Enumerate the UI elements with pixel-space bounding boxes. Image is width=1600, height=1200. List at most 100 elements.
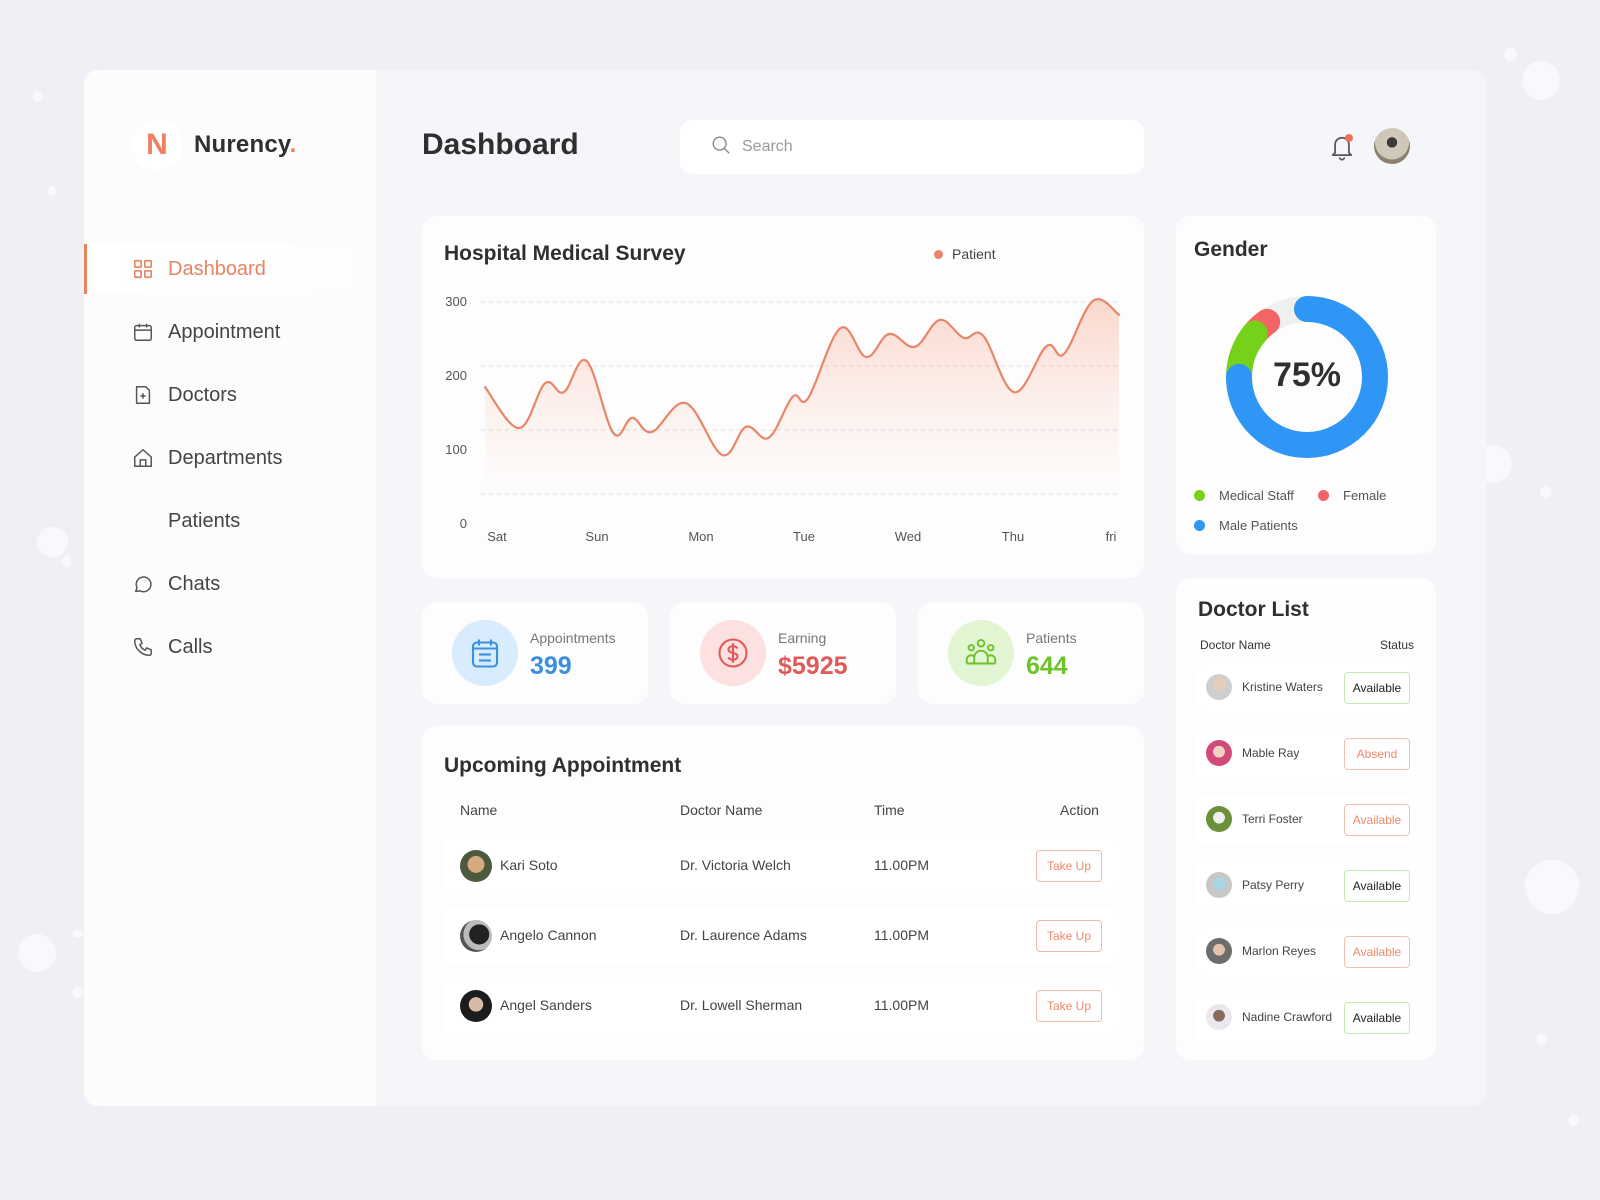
table-row: Angel Sanders Dr. Lowell Sherman 11.00PM… [444, 978, 1120, 1034]
y-tick-label: 0 [460, 516, 467, 531]
legend-item-female: Female [1318, 488, 1386, 503]
status-badge[interactable]: Available [1344, 936, 1410, 968]
doctor-name: Nadine Crawford [1242, 1010, 1333, 1024]
stat-label: Appointments [530, 630, 616, 646]
patient-avatar [460, 990, 492, 1022]
sidebar-item-appointment[interactable]: Appointment [84, 307, 376, 357]
logo[interactable]: N Nurency. [132, 120, 297, 170]
upcoming-appointments-card: Upcoming Appointment Name Doctor Name Ti… [422, 726, 1144, 1060]
column-header-action: Action [1060, 802, 1099, 818]
status-badge[interactable]: Available [1344, 672, 1410, 704]
sidebar-item-chats[interactable]: Chats [84, 559, 376, 609]
background-bubble [48, 186, 56, 196]
status-badge[interactable]: Absend [1344, 738, 1410, 770]
search-input[interactable] [742, 138, 1122, 156]
sidebar-item-label: Calls [168, 635, 213, 658]
doctor-name: Kristine Waters [1242, 680, 1323, 694]
take-up-button[interactable]: Take Up [1036, 990, 1102, 1022]
sidebar-item-label: Dashboard [168, 257, 266, 280]
doctor-list-card: Doctor List Doctor Name Status Kristine … [1176, 578, 1436, 1060]
sidebar-item-label: Chats [168, 572, 221, 595]
x-tick-label: Thu [1002, 529, 1024, 544]
appointment-time: 11.00PM [874, 927, 929, 943]
file-plus-icon [132, 384, 154, 406]
status-badge[interactable]: Available [1344, 870, 1410, 902]
table-row: Angelo Cannon Dr. Laurence Adams 11.00PM… [444, 908, 1120, 964]
logo-mark: N [132, 120, 182, 170]
blank-icon [132, 510, 154, 532]
section-title: Upcoming Appointment [444, 754, 682, 777]
notification-button[interactable] [1328, 132, 1356, 162]
legend-item-medical-staff: Medical Staff [1194, 488, 1294, 503]
doctor-name: Marlon Reyes [1242, 944, 1317, 958]
doctor-name: Dr. Victoria Welch [680, 857, 791, 873]
chart-legend: Patient [934, 246, 996, 262]
stat-card-patients[interactable]: Patients 644 [918, 602, 1144, 704]
background-bubble [1540, 486, 1552, 498]
grid-icon [132, 258, 154, 280]
y-tick-label: 200 [445, 368, 467, 383]
sidebar-item-patients[interactable]: Patients [84, 496, 376, 546]
stat-value: 644 [1026, 652, 1068, 680]
column-header-time: Time [874, 802, 905, 818]
patient-name: Kari Soto [500, 857, 558, 873]
list-item: Patsy Perry Available [1196, 862, 1416, 910]
legend-label-patient: Patient [952, 246, 996, 262]
patient-name: Angel Sanders [500, 997, 592, 1013]
background-bubble [72, 987, 83, 998]
sidebar-item-label: Appointment [168, 320, 281, 343]
background-bubble [62, 556, 71, 567]
background-bubble [1525, 860, 1579, 914]
doctor-name: Terri Foster [1242, 812, 1303, 826]
legend-item-male-patients: Male Patients [1194, 518, 1298, 533]
stat-card-appointments[interactable]: Appointments 399 [422, 602, 648, 704]
app-name-dot: . [289, 131, 297, 158]
section-title: Doctor List [1198, 598, 1309, 621]
doctor-name: Patsy Perry [1242, 878, 1305, 892]
sidebar-item-departments[interactable]: Departments [84, 433, 376, 483]
column-header-name: Name [460, 802, 498, 818]
sidebar-item-label: Doctors [168, 383, 237, 406]
sidebar-item-calls[interactable]: Calls [84, 622, 376, 672]
background-bubble [18, 934, 56, 972]
search-icon [710, 134, 732, 161]
calendar-icon [132, 321, 154, 343]
sidebar-item-dashboard[interactable]: Dashboard [84, 244, 354, 294]
status-badge[interactable]: Available [1344, 1002, 1410, 1034]
search-bar[interactable] [680, 120, 1144, 174]
doctor-name: Dr. Laurence Adams [680, 927, 807, 943]
sidebar-item-label: Departments [168, 446, 283, 469]
table-row: Kari Soto Dr. Victoria Welch 11.00PM Tak… [444, 838, 1120, 894]
doctor-name: Dr. Lowell Sherman [680, 997, 803, 1013]
series-area-patient [485, 299, 1119, 494]
x-tick-label: Mon [688, 529, 713, 544]
people-icon [948, 620, 1014, 686]
appointment-time: 11.00PM [874, 857, 929, 873]
legend-label: Medical Staff [1219, 488, 1294, 503]
stat-card-earning[interactable]: Earning $5925 [670, 602, 896, 704]
list-item: Nadine Crawford Available [1196, 994, 1416, 1042]
sidebar-item-doctors[interactable]: Doctors [84, 370, 376, 420]
patient-avatar [460, 850, 492, 882]
doctor-avatar [1206, 806, 1232, 832]
background-bubble [1504, 48, 1517, 61]
stat-value: $5925 [778, 652, 848, 680]
column-header-doctor: Doctor Name [680, 802, 763, 818]
x-tick-label: Sat [487, 529, 507, 544]
home-icon [132, 447, 154, 469]
sidebar-nav: Dashboard Appointment Doctors Department… [84, 244, 376, 685]
user-avatar[interactable] [1374, 128, 1410, 164]
x-tick-label: fri [1106, 529, 1117, 544]
page-title: Dashboard [422, 128, 579, 161]
gender-card: Gender 75% Medical Staff Female Male Pat… [1176, 216, 1436, 554]
chart-title: Hospital Medical Survey [444, 242, 686, 265]
take-up-button[interactable]: Take Up [1036, 920, 1102, 952]
status-badge[interactable]: Available [1344, 804, 1410, 836]
take-up-button[interactable]: Take Up [1036, 850, 1102, 882]
background-bubble [1536, 1033, 1547, 1044]
list-item: Terri Foster Available [1196, 796, 1416, 844]
dollar-icon [700, 620, 766, 686]
doctor-avatar [1206, 1004, 1232, 1030]
phone-icon [132, 636, 154, 658]
x-tick-label: Sun [585, 529, 608, 544]
